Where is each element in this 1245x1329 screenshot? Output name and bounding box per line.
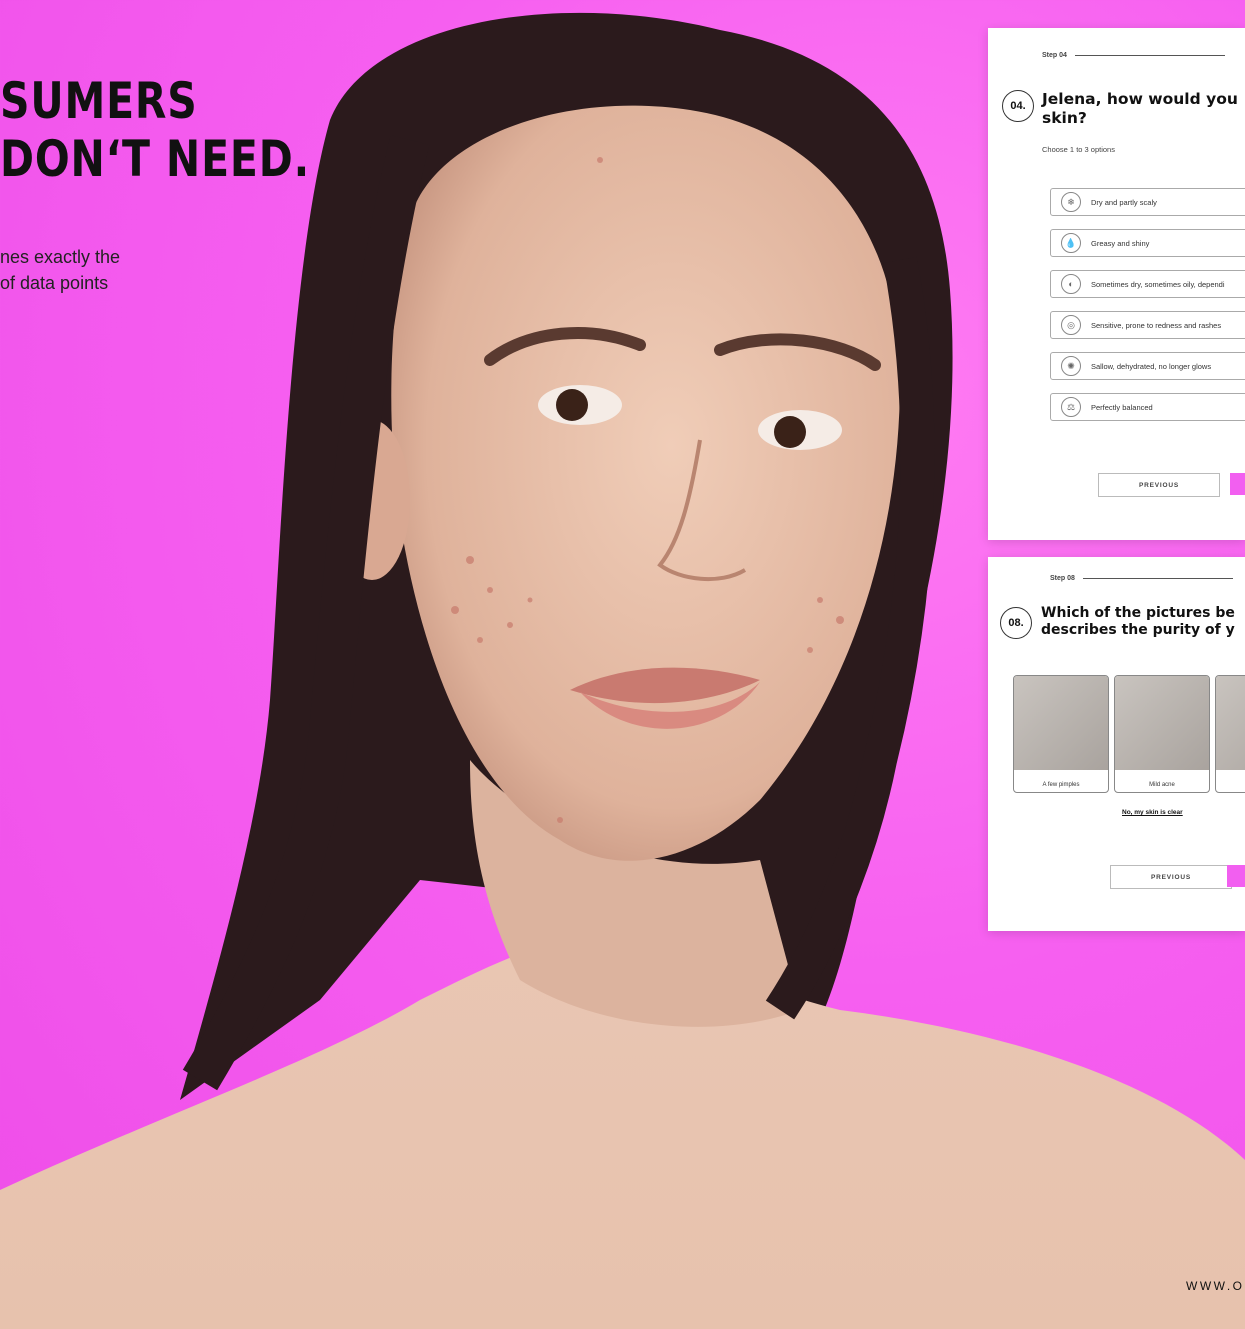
picture-option-moderate[interactable]: M (1215, 675, 1245, 793)
skin-clear-link[interactable]: No, my skin is clear (1122, 809, 1183, 816)
step-progress-line (1074, 55, 1225, 56)
option-greasy[interactable]: 💧 Greasy and shiny (1050, 229, 1245, 257)
picture-option-mild-acne[interactable]: Mild acne (1114, 675, 1210, 793)
option-sallow[interactable]: ✺ Sallow, dehydrated, no longer glows (1050, 352, 1245, 380)
step-indicator: Step 08 (1050, 575, 1233, 582)
dull-icon: ✺ (1061, 356, 1081, 376)
option-label: Perfectly balanced (1091, 402, 1153, 412)
quiz-card-step-04: Step 04 04. Jelena, how would you skin? … (988, 28, 1245, 540)
skin-photo (1115, 676, 1209, 770)
question-hint: Choose 1 to 3 options (1042, 145, 1115, 154)
option-label: Sensitive, prone to redness and rashes (1091, 320, 1222, 330)
sensitive-icon: ◎ (1061, 315, 1081, 335)
drop-icon: 💧 (1061, 233, 1081, 253)
option-label: Dry and partly scaly (1091, 197, 1157, 207)
skin-photo (1014, 676, 1108, 770)
option-label: Sometimes dry, sometimes oily, dependi (1091, 279, 1225, 289)
website-url: WWW.OL (1186, 1279, 1245, 1293)
question-line-2: skin? (1042, 109, 1087, 127)
question-number: 08. (1000, 607, 1032, 639)
previous-button[interactable]: PREVIOUS (1098, 473, 1220, 497)
option-label: Sallow, dehydrated, no longer glows (1091, 361, 1212, 371)
previous-button[interactable]: PREVIOUS (1110, 865, 1232, 889)
quiz-card-step-08: Step 08 08. Which of the pictures be des… (988, 557, 1245, 931)
picture-label: A few pimples (1042, 782, 1080, 788)
flake-icon: ❄ (1061, 192, 1081, 212)
question-line-1: Which of the pictures be (1041, 605, 1235, 621)
next-button[interactable] (1230, 473, 1245, 495)
question-text: Jelena, how would you skin? (1042, 90, 1238, 128)
option-balanced[interactable]: ⚖ Perfectly balanced (1050, 393, 1245, 421)
step-label: Step 08 (1050, 575, 1075, 582)
option-combination[interactable]: ◐ Sometimes dry, sometimes oily, dependi (1050, 270, 1245, 298)
next-button[interactable] (1227, 865, 1245, 887)
question-line-1: Jelena, how would you (1042, 90, 1238, 108)
picture-label: M (1216, 782, 1245, 788)
question-text: Which of the pictures be describes the p… (1041, 605, 1235, 639)
option-dry[interactable]: ❄ Dry and partly scaly (1050, 188, 1245, 216)
balance-icon: ⚖ (1061, 397, 1081, 417)
option-sensitive[interactable]: ◎ Sensitive, prone to redness and rashes (1050, 311, 1245, 339)
picture-option-few-pimples[interactable]: A few pimples (1013, 675, 1109, 793)
option-label: Greasy and shiny (1091, 238, 1150, 248)
picture-label: Mild acne (1149, 782, 1175, 788)
question-line-2: describes the purity of y (1041, 622, 1235, 638)
step-indicator: Step 04 (1042, 52, 1225, 59)
step-progress-line (1082, 578, 1233, 579)
mix-icon: ◐ (1061, 274, 1081, 294)
step-label: Step 04 (1042, 52, 1067, 59)
question-number: 04. (1002, 90, 1034, 122)
skin-photo (1216, 676, 1245, 770)
